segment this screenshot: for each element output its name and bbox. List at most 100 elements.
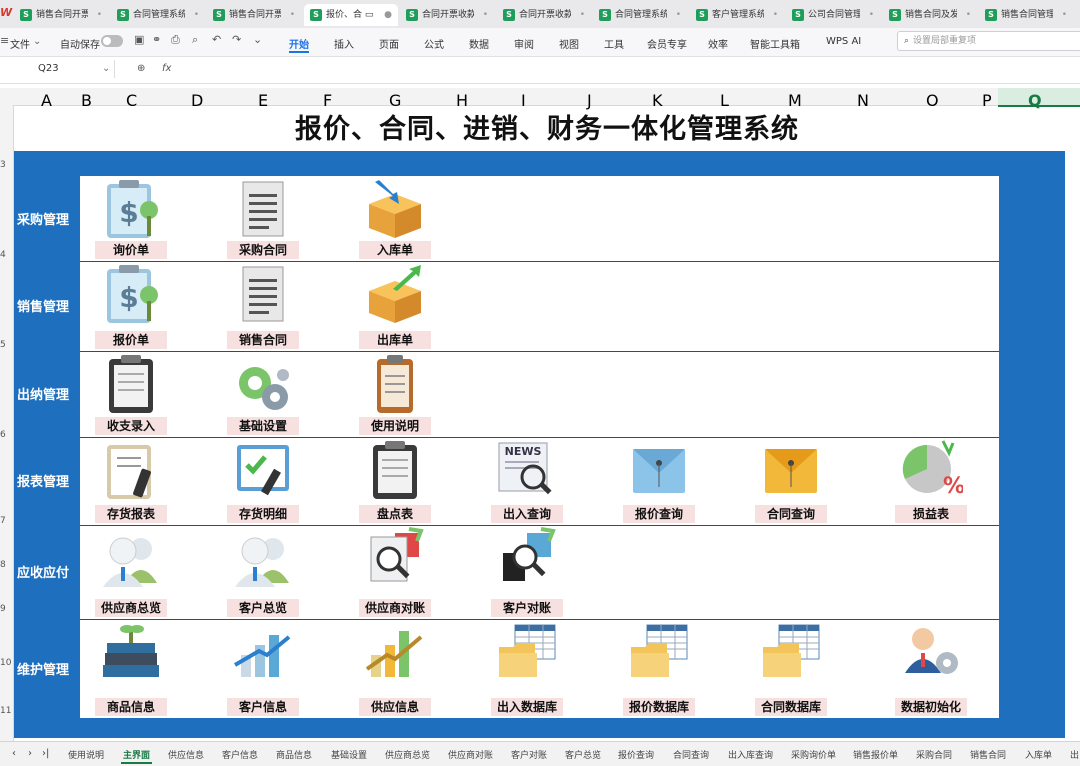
sheet-tab[interactable]: 采购合同 (916, 748, 952, 761)
close-icon[interactable]: • (483, 4, 488, 26)
document-icon[interactable] (231, 178, 295, 242)
dashboard-item-label[interactable]: 合同数据库 (755, 698, 827, 716)
window-tab[interactable]: S 销售合同开票 • (14, 4, 108, 26)
menu-item[interactable]: 会员专享 (647, 36, 687, 51)
dashboard-item-label[interactable]: 询价单 (95, 241, 167, 259)
dashboard-item[interactable]: 基础设置 (213, 353, 313, 435)
window-tab[interactable]: S 合同管理系统 • (593, 4, 687, 26)
menu-item[interactable]: 开始 (289, 36, 309, 53)
dashboard-item-label[interactable]: 存货明细 (227, 505, 299, 523)
dashboard-item-label[interactable]: 采购合同 (227, 241, 299, 259)
close-icon[interactable]: • (580, 4, 585, 26)
menu-item[interactable]: 工具 (604, 36, 624, 51)
chevron-down-icon[interactable]: ⌄ (33, 36, 41, 47)
books-icon[interactable] (99, 621, 163, 685)
sheet-tab[interactable]: 合同查询 (673, 748, 709, 761)
dashboard-item[interactable]: 采购合同 (213, 178, 313, 259)
dashboard-item-label[interactable]: 供应商总览 (95, 599, 167, 617)
dashboard-item[interactable]: 数据初始化 (881, 621, 981, 716)
window-tab[interactable]: S 销售合同管理 • (979, 4, 1073, 26)
dashboard-item-label[interactable]: 入库单 (359, 241, 431, 259)
users-icon[interactable] (231, 527, 295, 591)
dashboard-item-label[interactable]: 存货报表 (95, 505, 167, 523)
close-icon[interactable]: • (676, 4, 681, 26)
fx-icon[interactable]: fx (162, 63, 171, 74)
sheet-tab[interactable]: 供应商总览 (385, 748, 430, 761)
dashboard-item[interactable]: 出入数据库 (477, 621, 577, 716)
menu-item[interactable]: 视图 (559, 36, 579, 51)
sheet-tab[interactable]: 商品信息 (276, 748, 312, 761)
dashboard-item[interactable]: $ 报价单 (81, 263, 181, 349)
dashboard-item[interactable]: 客户对账 (477, 527, 577, 617)
name-box[interactable]: Q23 ⌄ (0, 60, 115, 78)
close-icon[interactable]: • (966, 4, 971, 26)
sheet-tab[interactable]: 供应商对账 (448, 748, 493, 761)
dashboard-item-label[interactable]: 出入查询 (491, 505, 563, 523)
yellow-envelope-icon[interactable] (759, 439, 823, 503)
menu-item[interactable]: 审阅 (514, 36, 534, 51)
dashboard-item[interactable]: 报价查询 (609, 439, 709, 523)
dashboard-item-label[interactable]: 报价数据库 (623, 698, 695, 716)
sheet-tab[interactable]: 出入库查询 (728, 748, 773, 761)
dashboard-item[interactable]: 销售合同 (213, 263, 313, 349)
menu-item[interactable]: 智能工具箱 (750, 36, 800, 51)
dashboard-item[interactable]: 收支录入 (81, 353, 181, 435)
dashboard-item[interactable]: 合同数据库 (741, 621, 841, 716)
dashboard-item[interactable]: 盘点表 (345, 439, 445, 523)
row-label[interactable]: 10 (0, 658, 11, 668)
news-search-icon[interactable]: NEWS (495, 439, 559, 503)
sheet-tab[interactable]: 客户对账 (511, 748, 547, 761)
dashboard-item-label[interactable]: 供应商对账 (359, 599, 431, 617)
gears-icon[interactable] (231, 353, 295, 417)
wps-logo-icon[interactable]: W (0, 6, 14, 20)
window-tab[interactable]: S 合同开票收款 • (497, 4, 591, 26)
sheet-tab[interactable]: 入库单 (1025, 748, 1052, 761)
clipboard-dark-icon[interactable] (363, 439, 427, 503)
window-tab[interactable]: S 合同开票收款 • (400, 4, 494, 26)
money-clipboard-icon[interactable]: $ (99, 263, 163, 327)
dashboard-item-label[interactable]: 报价单 (95, 331, 167, 349)
clipboard-orange-icon[interactable] (363, 353, 427, 417)
box-out-icon[interactable] (363, 263, 427, 327)
dashboard-item-label[interactable]: 报价查询 (623, 505, 695, 523)
users-icon[interactable] (99, 527, 163, 591)
sheet-tab[interactable]: 采购询价单 (791, 748, 836, 761)
folder-table-icon[interactable] (759, 621, 823, 685)
dashboard-item[interactable]: $ 询价单 (81, 178, 181, 259)
sheet-tab[interactable]: 销售报价单 (853, 748, 898, 761)
row-label[interactable]: 8 (0, 560, 6, 570)
close-icon[interactable]: ● (384, 4, 392, 26)
row-label[interactable]: 4 (0, 250, 6, 260)
sheet-tab[interactable]: 客户总览 (565, 748, 601, 761)
window-tab[interactable]: S 销售合同及发 • (883, 4, 977, 26)
dashboard-item[interactable]: 供应商总览 (81, 527, 181, 617)
dashboard-item-label[interactable]: 供应信息 (359, 698, 431, 716)
dashboard-item[interactable]: 供应信息 (345, 621, 445, 716)
row-label[interactable]: 9 (0, 604, 6, 614)
dashboard-item[interactable]: 合同查询 (741, 439, 841, 523)
first-sheet-icon[interactable]: ‹ (12, 748, 16, 759)
dashboard-item-label[interactable]: 客户总览 (227, 599, 299, 617)
dashboard-item[interactable]: NEWS 出入查询 (477, 439, 577, 523)
row-label[interactable]: 6 (0, 430, 6, 440)
dashboard-item[interactable]: 入库单 (345, 178, 445, 259)
search-box[interactable]: ⌕ 设置局部重复项 (897, 31, 1080, 51)
sheet-tab[interactable]: 出 (1070, 748, 1079, 761)
close-icon[interactable]: • (869, 4, 874, 26)
dashboard-item-label[interactable]: 客户对账 (491, 599, 563, 617)
sheet-tab[interactable]: 客户信息 (222, 748, 258, 761)
dashboard-item-label[interactable]: 客户信息 (227, 698, 299, 716)
dashboard-item[interactable]: % 损益表 (881, 439, 981, 523)
search-red-icon[interactable] (363, 527, 427, 591)
window-tab[interactable]: S 报价、合 ▭ ● (304, 4, 398, 26)
pie-percent-icon[interactable]: % (899, 439, 965, 503)
row-label[interactable]: 11 (0, 706, 11, 716)
row-label[interactable]: 5 (0, 340, 6, 350)
checklist-icon[interactable] (231, 439, 295, 503)
dashboard-item[interactable]: 报价数据库 (609, 621, 709, 716)
close-icon[interactable]: • (773, 4, 778, 26)
menu-item[interactable]: 数据 (469, 36, 489, 51)
money-clipboard-icon[interactable]: $ (99, 178, 163, 242)
dashboard-item[interactable]: 供应商对账 (345, 527, 445, 617)
sheet-tab[interactable]: 供应信息 (168, 748, 204, 761)
